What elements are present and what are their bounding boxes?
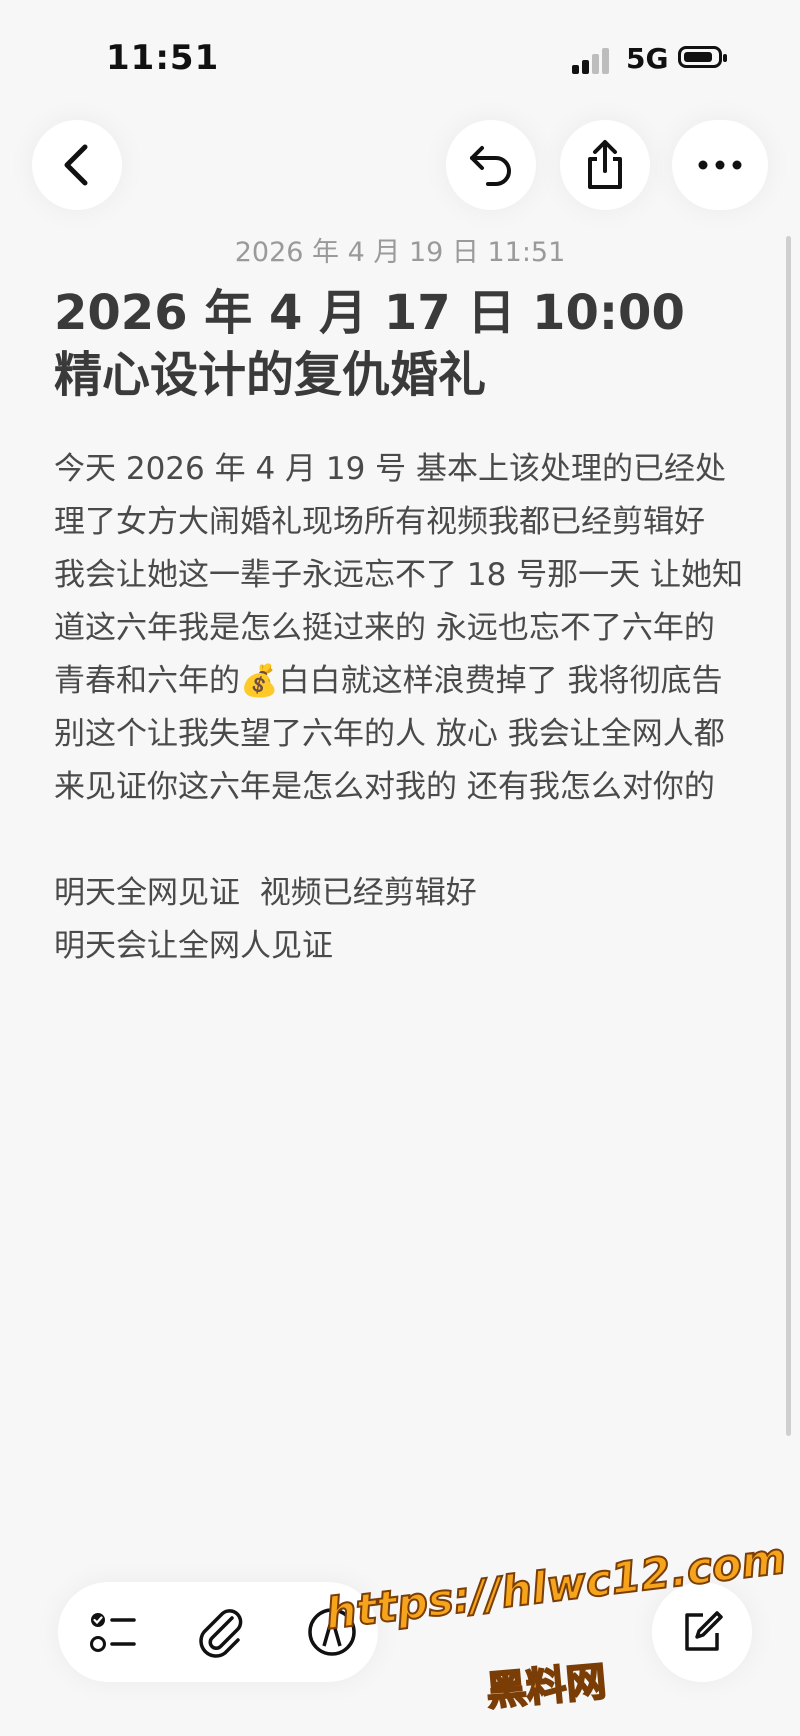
paperclip-icon[interactable] (194, 1604, 250, 1660)
cellular-signal-icon (572, 48, 612, 74)
watermark-text: 黑料网 (484, 1658, 610, 1716)
share-button[interactable] (560, 120, 650, 210)
undo-icon (470, 146, 511, 186)
more-button[interactable] (672, 120, 768, 210)
note-paragraph: 明天会让全网人见证 (54, 928, 333, 964)
battery-icon (678, 46, 727, 68)
ellipsis-icon (698, 160, 742, 170)
note-paragraph: 今天 2026 年 4 月 19 号 基本上该处理的已经处理了女方大闹婚礼现场所… (54, 451, 744, 805)
note-paragraph: 明天全网见证 视频已经剪辑好 (54, 875, 477, 911)
note-date: 2026 年 4 月 19 日 11:51 (234, 237, 566, 268)
status-time: 11:51 (106, 38, 220, 78)
scrollbar[interactable] (786, 236, 791, 1436)
share-icon (588, 140, 622, 189)
watermark: https://hlwc12.com 黑料网 (322, 1533, 790, 1716)
status-bar: 11:51 5G (0, 0, 800, 110)
undo-button[interactable] (446, 120, 536, 210)
checklist-icon[interactable] (86, 1604, 142, 1660)
note-body[interactable]: 今天 2026 年 4 月 19 号 基本上该处理的已经处理了女方大闹婚礼现场所… (54, 443, 744, 973)
note-title[interactable]: 2026 年 4 月 17 日 10:00 精心设计的复仇婚礼 (54, 282, 734, 406)
network-type: 5G (626, 42, 669, 75)
watermark-url: https://hlwc12.com (322, 1533, 790, 1641)
chevron-left-icon (64, 144, 88, 186)
back-button[interactable] (32, 120, 122, 210)
